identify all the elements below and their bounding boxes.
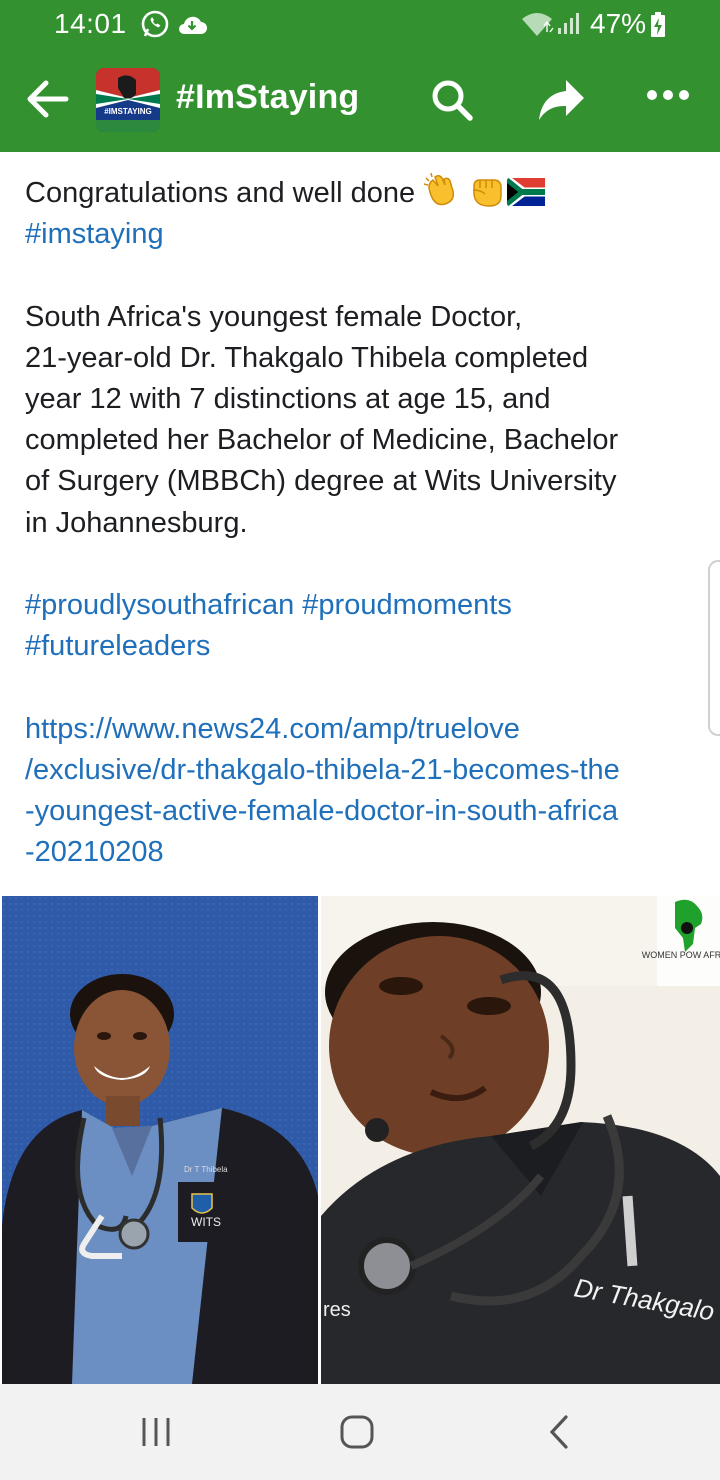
share-icon[interactable] [536,78,586,122]
photo-doctor-selfie[interactable]: Dr Thakgalo Th res WOMEN POW AFRICA [321,896,720,1384]
hashtag-futureleaders[interactable]: #futureleaders [25,626,705,667]
article-link[interactable]: -20210208 [25,832,705,873]
clapping-hands-emoji [424,172,455,206]
raised-fist-emoji [473,179,503,207]
body-line: in Johannesburg. [25,506,248,539]
body-line: South Africa's youngest female Doctor, [25,300,523,333]
wifi-icon [522,13,554,36]
body-line: 21-year-old Dr. Thakgalo Thibela complet… [25,341,589,374]
nav-bar: #IMSTAYING #ImStaying [0,52,720,148]
recent-apps-button[interactable] [136,1412,176,1452]
post-body: Congratulations and well done #imstaying… [25,172,705,873]
signal-icon [558,13,579,34]
more-icon[interactable] [646,88,690,102]
system-back-button[interactable] [540,1412,580,1452]
hashtags-row[interactable]: #proudlysouthafrican #proudmoments [25,585,705,626]
photo-doctor-smiling[interactable]: Dr T Thibela WITS [2,896,318,1384]
south-africa-flag-emoji [507,178,546,206]
article-link[interactable]: https://www.news24.com/amp/truelove [25,709,705,750]
battery-icon [651,12,665,37]
article-link[interactable]: /exclusive/dr-thakgalo-thibela-21-become… [25,750,705,791]
hashtag-imstaying[interactable]: #imstaying [25,214,705,255]
whatsapp-icon [141,10,169,38]
search-icon[interactable] [430,78,474,122]
svg-text:res: res [323,1299,351,1321]
svg-text:WOMEN POW AFRICA: WOMEN POW AFRICA [642,950,720,960]
home-button[interactable] [337,1412,377,1452]
scroll-indicator[interactable] [708,560,720,736]
back-arrow-icon[interactable] [24,76,70,122]
svg-text:Dr T Thibela: Dr T Thibela [184,1165,228,1174]
status-bar: 14:01 47% [0,0,720,48]
group-title[interactable]: #ImStaying [176,78,359,117]
svg-text:WITS: WITS [191,1215,221,1229]
status-time: 14:01 [54,8,127,39]
post-intro-text: Congratulations and well done [25,177,416,209]
body-line: year 12 with 7 distinctions at age 15, a… [25,383,551,415]
system-nav-bar [0,1384,720,1480]
cloud-icon [179,16,207,34]
article-link[interactable]: -youngest-active-female-doctor-in-south-… [25,791,705,832]
group-logo-image: #IMSTAYING [96,68,160,132]
group-avatar[interactable]: #IMSTAYING [96,68,160,132]
body-line: of Surgery (MBBCh) degree at Wits Univer… [25,465,617,498]
app-header: 14:01 47% #IMSTAYING #ImStaying [0,0,720,152]
post-intro: Congratulations and well done [25,172,705,214]
svg-text:#IMSTAYING: #IMSTAYING [104,107,152,116]
battery-percent: 47% [590,8,647,39]
body-line: completed her Bachelor of Medicine, Bach… [25,424,619,457]
